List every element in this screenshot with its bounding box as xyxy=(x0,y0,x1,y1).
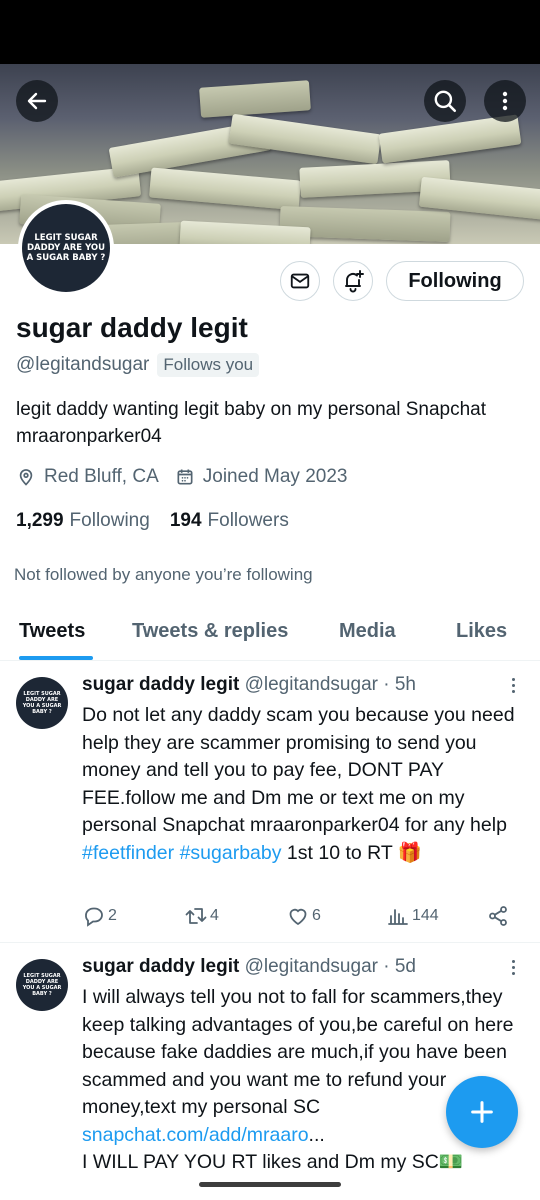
like-button[interactable]: 6 xyxy=(286,904,321,928)
tweet-text-tail: 1st 10 to RT xyxy=(281,841,398,864)
following-label: Following xyxy=(69,510,150,531)
location-pin-icon xyxy=(19,469,33,486)
calendar-icon xyxy=(177,469,193,485)
tab-tweets-replies[interactable]: Tweets & replies xyxy=(132,620,288,643)
profile-stats: 1,299 Following 194 Followers xyxy=(16,510,289,532)
link-ellipsis: ... xyxy=(308,1123,325,1146)
tweet-actions: 2 4 6 144 xyxy=(82,904,512,930)
tweet-more-icon[interactable] xyxy=(510,960,516,975)
profile-bio: legit daddy wanting legit baby on my per… xyxy=(16,399,487,447)
views-icon xyxy=(388,909,408,925)
views-count: 144 xyxy=(412,907,439,924)
tab-likes[interactable]: Likes xyxy=(456,620,507,643)
tweet-text: I will always tell you not to fall for s… xyxy=(82,984,528,1177)
share-button[interactable] xyxy=(486,904,510,928)
retweet-icon xyxy=(185,908,207,924)
snapchat-link[interactable]: snapchat.com/add/mraaro xyxy=(82,1124,309,1146)
back-button[interactable] xyxy=(16,80,58,122)
status-bar xyxy=(0,0,540,64)
money-emoji: 💵 xyxy=(438,1151,464,1173)
tweet-author-name[interactable]: sugar daddy legit xyxy=(82,956,239,977)
home-indicator[interactable] xyxy=(199,1182,341,1187)
hashtag-link[interactable]: #sugarbaby xyxy=(180,842,282,864)
follows-you-badge: Follows you xyxy=(157,353,260,377)
following-button[interactable]: Following xyxy=(386,261,524,301)
joined-text: Joined May 2023 xyxy=(202,466,348,487)
tweet-text-body: Do not let any daddy scam you because yo… xyxy=(82,704,520,836)
search-button[interactable] xyxy=(424,80,466,122)
message-button[interactable] xyxy=(280,261,320,301)
notifications-button[interactable] xyxy=(333,261,373,301)
profile-avatar[interactable]: LEGIT SUGAR DADDY ARE YOU A SUGAR BABY ? xyxy=(18,200,114,296)
following-count: 1,299 xyxy=(16,510,64,531)
tab-tweets[interactable]: Tweets xyxy=(19,620,85,643)
tweet-more-icon[interactable] xyxy=(510,678,516,693)
mail-icon xyxy=(290,273,310,289)
share-icon xyxy=(489,906,507,926)
followers-label: Followers xyxy=(207,510,289,531)
location-text: Red Bluff, CA xyxy=(44,466,159,487)
tweet-avatar-text: LEGIT SUGAR DADDY ARE YOU A SUGAR BABY ? xyxy=(22,973,62,997)
tweet-header: sugar daddy legit @legitandsugar · 5h xyxy=(82,674,416,696)
search-icon xyxy=(434,90,457,113)
views-button[interactable]: 144 xyxy=(386,904,439,928)
active-tab-indicator xyxy=(19,656,93,660)
tweet-avatar-text: LEGIT SUGAR DADDY ARE YOU A SUGAR BABY ? xyxy=(22,691,62,715)
avatar-text: LEGIT SUGAR DADDY ARE YOU A SUGAR BABY ? xyxy=(26,233,106,263)
following-stat[interactable]: 1,299 Following xyxy=(16,510,150,532)
heart-icon xyxy=(289,908,307,926)
tab-media[interactable]: Media xyxy=(339,620,396,643)
tweet-avatar[interactable]: LEGIT SUGAR DADDY ARE YOU A SUGAR BABY ? xyxy=(16,959,68,1011)
tweet-text: Do not let any daddy scam you because yo… xyxy=(82,702,528,867)
tweet-author-name[interactable]: sugar daddy legit xyxy=(82,674,239,695)
tweet-divider xyxy=(0,942,540,943)
retweet-button[interactable]: 4 xyxy=(184,904,219,928)
more-vertical-icon xyxy=(502,91,508,111)
followers-stat[interactable]: 194 Followers xyxy=(170,510,289,532)
tweet-handle-time: @legitandsugar · 5h xyxy=(244,674,416,695)
plus-icon xyxy=(471,1101,493,1123)
not-followed-note: Not followed by anyone you’re following xyxy=(14,565,313,584)
profile-tabs: Tweets Tweets & replies Media Likes xyxy=(0,604,540,661)
more-button[interactable] xyxy=(484,80,526,122)
profile-meta: Red Bluff, CA Joined May 2023 xyxy=(16,466,363,488)
hashtag-link[interactable]: #feetfinder xyxy=(82,842,174,864)
tweet-text-tail: I WILL PAY YOU RT likes and Dm my SC xyxy=(82,1151,439,1173)
reply-count: 2 xyxy=(108,907,117,924)
tweet-avatar[interactable]: LEGIT SUGAR DADDY ARE YOU A SUGAR BABY ? xyxy=(16,677,68,729)
handle-row: @legitandsugar Follows you xyxy=(16,353,260,377)
tweet-handle-time: @legitandsugar · 5d xyxy=(244,956,416,977)
bell-plus-icon xyxy=(345,270,364,293)
profile-handle: @legitandsugar xyxy=(16,354,150,375)
profile-name: sugar daddy legit xyxy=(16,312,248,343)
compose-tweet-button[interactable] xyxy=(446,1076,518,1148)
gift-emoji: 🎁 xyxy=(397,841,423,864)
retweet-count: 4 xyxy=(210,907,219,924)
joined: Joined May 2023 xyxy=(175,466,348,488)
tweet-header: sugar daddy legit @legitandsugar · 5d xyxy=(82,956,416,978)
followers-count: 194 xyxy=(169,510,202,531)
like-count: 6 xyxy=(312,907,321,924)
arrow-left-icon xyxy=(27,92,47,110)
reply-button[interactable]: 2 xyxy=(82,904,117,928)
reply-icon xyxy=(85,907,103,927)
location: Red Bluff, CA xyxy=(16,466,159,488)
